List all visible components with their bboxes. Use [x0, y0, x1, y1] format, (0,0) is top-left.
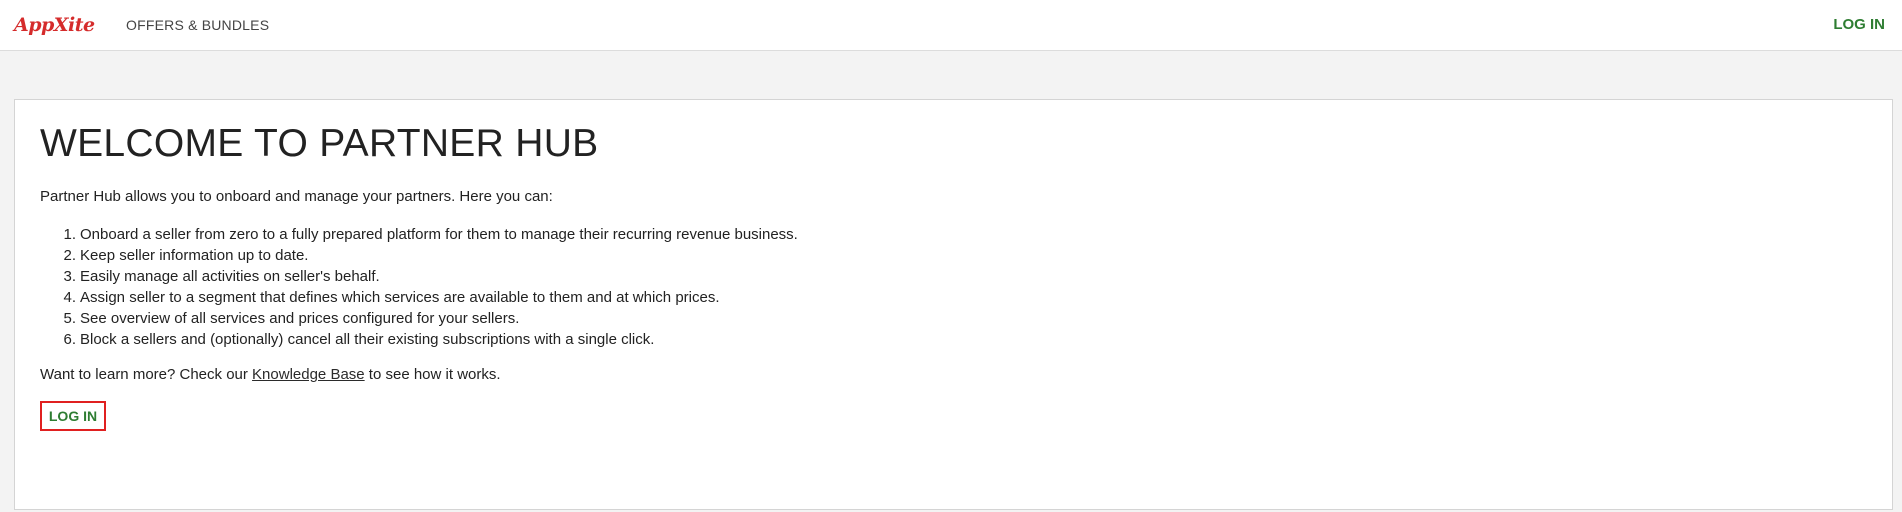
page-title: WELCOME TO PARTNER HUB	[40, 122, 599, 165]
list-item: 5. See overview of all services and price…	[40, 308, 798, 329]
list-item-text: Onboard a seller from zero to a fully pr…	[80, 226, 798, 243]
list-item-text: Easily manage all activities on seller's…	[80, 268, 380, 285]
feature-list: 1. Onboard a seller from zero to a fully …	[40, 224, 798, 350]
nav-login-link[interactable]: LOG IN	[1833, 16, 1885, 33]
list-item-number: 3.	[63, 268, 76, 285]
logo-wordmark: AppXite	[14, 14, 95, 36]
list-item-number: 4.	[63, 289, 76, 306]
top-navbar: AppXite OFFERS & BUNDLES LOG IN	[0, 0, 1902, 51]
list-item-number: 1.	[63, 226, 76, 243]
learn-more-suffix: to see how it works.	[364, 366, 501, 383]
appxite-logo[interactable]: AppXite	[14, 13, 96, 37]
list-item-number: 5.	[63, 310, 76, 327]
list-item-text: See overview of all services and prices …	[80, 310, 520, 327]
list-item-text: Block a sellers and (optionally) cancel …	[80, 331, 655, 348]
knowledge-base-link[interactable]: Knowledge Base	[252, 366, 365, 383]
list-item: 6. Block a sellers and (optionally) cance…	[40, 329, 798, 350]
list-item-number: 6.	[63, 331, 76, 348]
list-item: 1. Onboard a seller from zero to a fully …	[40, 224, 798, 245]
list-item: 2. Keep seller information up to date.	[40, 245, 798, 266]
list-item-number: 2.	[63, 247, 76, 264]
learn-more-prefix: Want to learn more? Check our	[40, 366, 253, 383]
learn-more-text: Want to learn more? Check our Knowledge …	[40, 366, 501, 383]
nav-offers-bundles-link[interactable]: OFFERS & BUNDLES	[126, 17, 269, 33]
list-item: 4. Assign seller to a segment that define…	[40, 287, 798, 308]
intro-text: Partner Hub allows you to onboard and ma…	[40, 188, 553, 205]
welcome-card: WELCOME TO PARTNER HUB Partner Hub allow…	[14, 99, 1893, 510]
list-item-text: Keep seller information up to date.	[80, 247, 309, 264]
login-button[interactable]: LOG IN	[40, 401, 106, 431]
list-item-text: Assign seller to a segment that defines …	[80, 289, 720, 306]
list-item: 3. Easily manage all activities on seller…	[40, 266, 798, 287]
